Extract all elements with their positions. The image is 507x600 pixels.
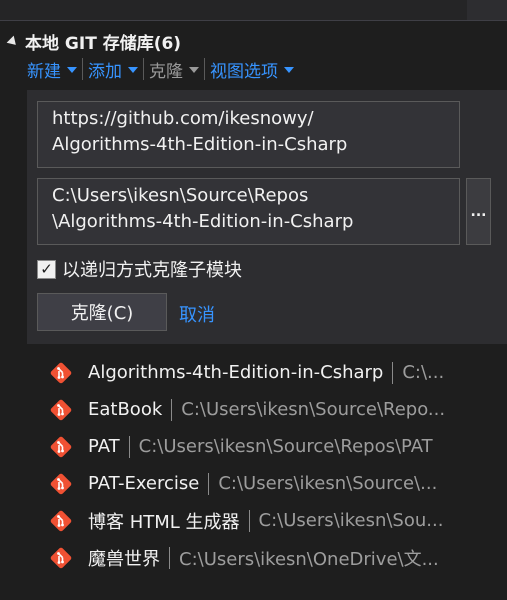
repository-path: C:\Users\ikesn\Sou... [258, 510, 444, 531]
git-icon [50, 399, 72, 420]
browse-button[interactable]: ... [466, 178, 491, 245]
repository-path: C:\Users\ikesn\Source\Repos\PAT [138, 436, 433, 457]
git-icon [50, 362, 72, 383]
repository-name: 魔兽世界 [88, 548, 160, 570]
repository-separator [208, 472, 210, 495]
add-label: 添加 [88, 61, 122, 82]
recursive-clone-option[interactable]: ✓ 以递归方式克隆子模块 [37, 256, 242, 282]
repository-path: C:\Users\ikesn\OneDrive\文... [179, 548, 439, 570]
repository-name: PAT-Exercise [88, 473, 200, 494]
recursive-checkbox-label: 以递归方式克隆子模块 [62, 260, 242, 281]
repository-name: Algorithms-4th-Edition-in-Csharp [88, 362, 384, 383]
repository-item[interactable]: PAT-Exercise C:\Users\ikesn\Source\... [48, 465, 507, 502]
repository-item[interactable]: 魔兽世界 C:\Users\ikesn\OneDrive\文... [48, 539, 507, 576]
top-bar-segment [467, 0, 507, 20]
repository-list: Algorithms-4th-Edition-in-Csharp C:\... E… [48, 354, 507, 576]
chevron-down-icon [284, 67, 294, 73]
repository-item[interactable]: EatBook C:\Users\ikesn\Source\Repo... [48, 391, 507, 428]
repository-item[interactable]: Algorithms-4th-Edition-in-Csharp C:\... [48, 354, 507, 391]
toolbar: 新建 添加 克隆 视图选项 [27, 56, 294, 82]
repository-separator [392, 361, 394, 384]
repository-url-input[interactable]: https://github.com/ikesnowy/ Algorithms-… [37, 101, 460, 168]
view-options-dropdown[interactable]: 视图选项 [210, 57, 294, 82]
top-bar [0, 0, 507, 21]
repository-separator [128, 435, 130, 458]
git-icon [50, 547, 72, 568]
chevron-down-icon [189, 67, 199, 73]
chevron-down-icon [67, 67, 77, 73]
section-title: 本地 GIT 存储库(6) [25, 33, 182, 54]
clone-panel: https://github.com/ikesnowy/ Algorithms-… [27, 90, 507, 344]
local-path-text: C:\Users\ikesn\Source\Repos \Algorithms-… [52, 185, 354, 232]
clone-dropdown[interactable]: 克隆 [149, 57, 199, 82]
repository-item[interactable]: 博客 HTML 生成器 C:\Users\ikesn\Sou... [48, 502, 507, 539]
local-path-input[interactable]: C:\Users\ikesn\Source\Repos \Algorithms-… [37, 178, 460, 245]
new-label: 新建 [27, 61, 61, 82]
chevron-down-icon [128, 67, 138, 73]
git-icon [50, 473, 72, 494]
git-icon [50, 510, 72, 531]
toolbar-separator [82, 58, 83, 80]
repository-name: 博客 HTML 生成器 [88, 511, 240, 533]
recursive-checkbox[interactable]: ✓ [37, 259, 56, 279]
toolbar-separator [143, 58, 144, 80]
repository-url-text: https://github.com/ikesnowy/ Algorithms-… [52, 108, 348, 155]
add-dropdown[interactable]: 添加 [88, 57, 138, 82]
repository-separator [248, 509, 250, 532]
repository-path: C:\Users\ikesn\Source\Repo... [181, 399, 446, 420]
repository-name: EatBook [88, 399, 163, 420]
repository-separator [169, 546, 170, 569]
cancel-link[interactable]: 取消 [179, 301, 215, 327]
repository-separator [171, 398, 173, 421]
clone-label: 克隆 [149, 61, 183, 82]
repository-path: C:\Users\ikesn\Source\... [218, 473, 438, 494]
clone-button[interactable]: 克隆(C) [37, 293, 167, 331]
collapse-triangle-icon[interactable] [6, 35, 20, 49]
repository-item[interactable]: PAT C:\Users\ikesn\Source\Repos\PAT [48, 428, 507, 465]
new-dropdown[interactable]: 新建 [27, 57, 77, 82]
repository-path: C:\... [402, 362, 445, 383]
git-icon [50, 436, 72, 457]
repository-name: PAT [88, 436, 120, 457]
section-header[interactable]: 本地 GIT 存储库(6) [6, 28, 182, 54]
toolbar-separator [204, 58, 205, 80]
view-options-label: 视图选项 [210, 61, 278, 82]
